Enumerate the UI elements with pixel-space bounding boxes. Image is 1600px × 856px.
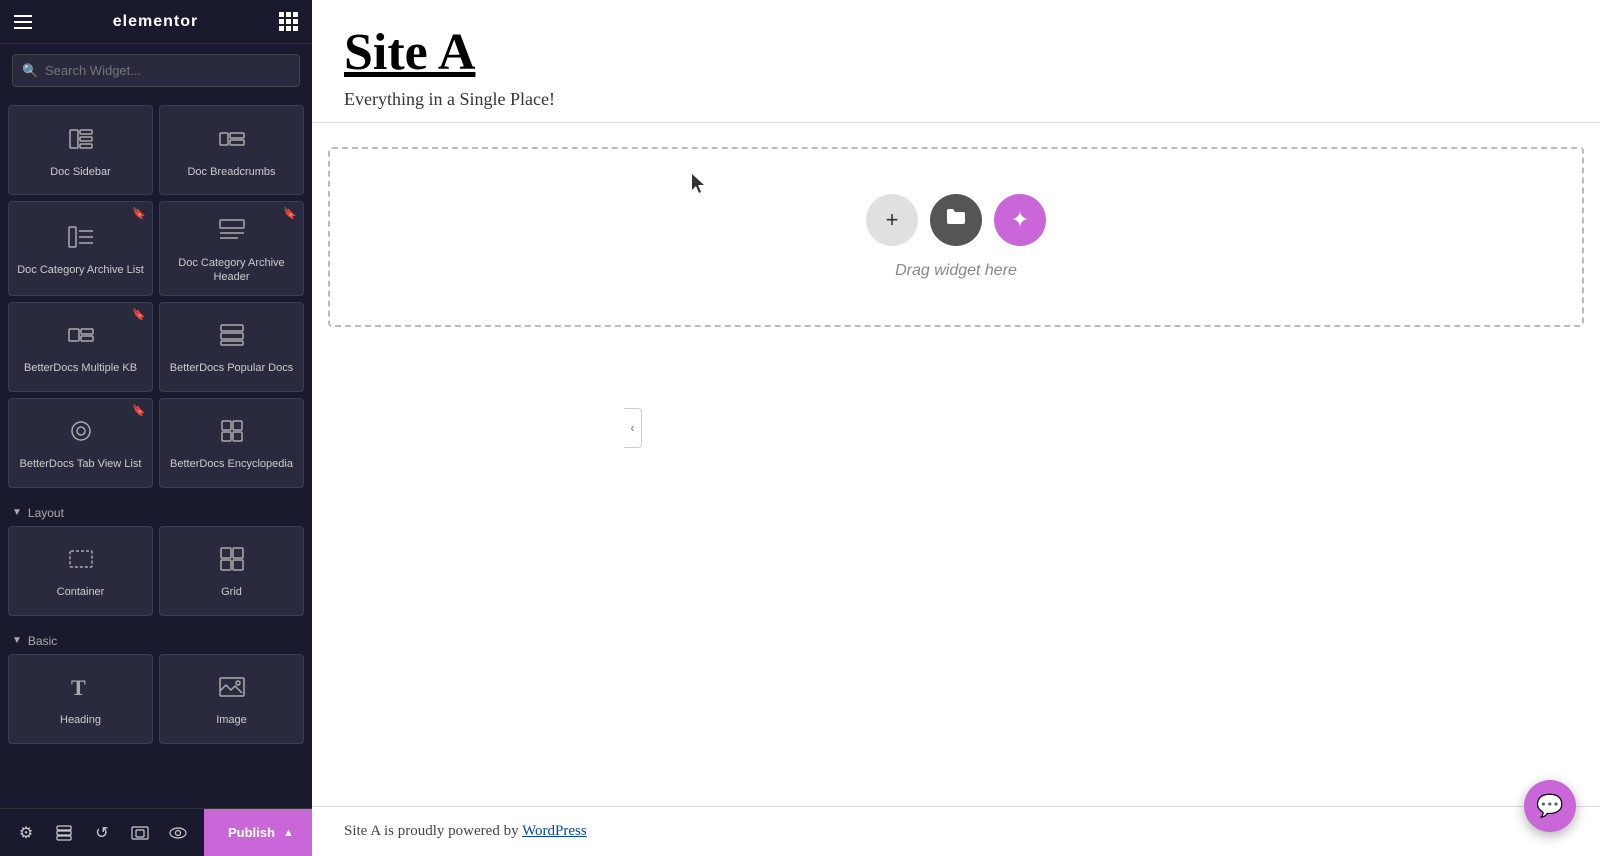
widget-label-doc-sidebar: Doc Sidebar: [50, 165, 111, 179]
widget-icon-doc-breadcrumbs: [218, 125, 246, 159]
widget-label-grid: Grid: [221, 585, 242, 599]
bookmark-icon: 🔖: [132, 207, 146, 220]
responsive-button[interactable]: [122, 815, 158, 851]
drop-zone[interactable]: + ✦ Drag widget here: [328, 147, 1584, 327]
bookmark-icon-3: 🔖: [132, 308, 146, 321]
ai-icon: ✦: [1011, 207, 1029, 233]
widget-card-heading[interactable]: T Heading: [8, 654, 153, 744]
svg-text:T: T: [71, 675, 86, 700]
widget-card-doc-category-archive-header[interactable]: 🔖 Doc Category Archive Header: [159, 201, 304, 296]
widget-label-betterdocs-tab-view-list: BetterDocs Tab View List: [20, 457, 142, 471]
widget-icon-container: [67, 545, 95, 579]
widget-label-betterdocs-popular-docs: BetterDocs Popular Docs: [170, 361, 294, 375]
widget-icon-doc-sidebar: [67, 125, 95, 159]
widget-grid-basic: T Heading Image: [8, 654, 304, 744]
widget-label-betterdocs-multiple-kb: BetterDocs Multiple KB: [24, 361, 137, 375]
widget-card-betterdocs-popular-docs[interactable]: BetterDocs Popular Docs: [159, 302, 304, 392]
widget-card-container[interactable]: Container: [8, 526, 153, 616]
ai-button[interactable]: ✦: [994, 194, 1046, 246]
add-icon: +: [886, 207, 899, 233]
widget-icon-betterdocs-tab-view-list: [67, 417, 95, 451]
history-button[interactable]: ↺: [84, 815, 120, 851]
grid-menu-icon[interactable]: [279, 12, 298, 31]
widget-card-doc-category-archive-list[interactable]: 🔖 Doc Category Archive List: [8, 201, 153, 296]
site-tagline: Everything in a Single Place!: [344, 89, 1568, 110]
widget-icon-betterdocs-popular-docs: [218, 321, 246, 355]
main-content: ‹ Site A Everything in a Single Place! +: [312, 0, 1600, 856]
chat-icon: 💬: [1536, 793, 1563, 819]
publish-chevron-icon: ▲: [283, 827, 294, 839]
widget-label-doc-breadcrumbs: Doc Breadcrumbs: [187, 165, 275, 179]
basic-section-label: Basic: [28, 634, 57, 648]
search-input[interactable]: [12, 54, 300, 87]
chat-fab-button[interactable]: 💬: [1524, 780, 1576, 832]
template-button[interactable]: [930, 194, 982, 246]
widget-grid-layout: Container Grid: [8, 526, 304, 616]
site-header: Site A Everything in a Single Place!: [312, 0, 1600, 123]
publish-label: Publish: [228, 825, 275, 840]
drop-zone-section: + ✦ Drag widget here: [312, 123, 1600, 806]
drop-zone-actions: + ✦: [866, 194, 1046, 246]
publish-button[interactable]: Publish ▲: [204, 809, 318, 856]
bookmark-icon-2: 🔖: [283, 207, 297, 220]
preview-area: Site A Everything in a Single Place! + ✦: [312, 0, 1600, 856]
widget-label-image: Image: [216, 713, 247, 727]
widget-label-betterdocs-encyclopedia: BetterDocs Encyclopedia: [170, 457, 293, 471]
panel-topbar: elementor: [0, 0, 312, 44]
widget-card-grid[interactable]: Grid: [159, 526, 304, 616]
widget-icon-image: [218, 673, 246, 707]
left-panel: elementor 🔍 Doc Sidebar: [0, 0, 312, 856]
site-footer: Site A is proudly powered by WordPress: [312, 806, 1600, 856]
collapse-handle[interactable]: ‹: [624, 408, 642, 448]
layers-button[interactable]: [46, 815, 82, 851]
widget-icon-grid: [218, 545, 246, 579]
widgets-area: Doc Sidebar Doc Breadcrumbs 🔖 Doc Catego…: [0, 97, 312, 808]
layout-section-header[interactable]: ▼ Layout: [8, 496, 304, 526]
drop-zone-label: Drag widget here: [895, 262, 1017, 280]
widget-card-betterdocs-tab-view-list[interactable]: 🔖 BetterDocs Tab View List: [8, 398, 153, 488]
widget-label-heading: Heading: [60, 713, 101, 727]
elementor-logo: elementor: [113, 13, 198, 31]
widget-icon-betterdocs-encyclopedia: [218, 417, 246, 451]
basic-chevron-icon: ▼: [12, 635, 22, 646]
widget-label-container: Container: [57, 585, 105, 599]
widget-icon-doc-category-archive-header: [218, 216, 246, 250]
search-bar: 🔍: [0, 44, 312, 97]
basic-section-header[interactable]: ▼ Basic: [8, 624, 304, 654]
widget-icon-doc-category-archive-list: [67, 223, 95, 257]
layout-chevron-icon: ▼: [12, 507, 22, 518]
search-icon: 🔍: [22, 63, 38, 79]
tool-icons-group: ⚙ ↺: [0, 815, 204, 851]
widget-label-doc-category-archive-header: Doc Category Archive Header: [168, 256, 295, 285]
widget-card-doc-breadcrumbs[interactable]: Doc Breadcrumbs: [159, 105, 304, 195]
layout-section-label: Layout: [28, 506, 64, 520]
footer-text: Site A is proudly powered by: [344, 823, 522, 839]
site-title: Site A: [344, 24, 1568, 81]
settings-button[interactable]: ⚙: [8, 815, 44, 851]
folder-icon: [945, 206, 967, 234]
widget-icon-heading: T: [67, 673, 95, 707]
bookmark-icon-4: 🔖: [132, 404, 146, 417]
widget-card-betterdocs-encyclopedia[interactable]: BetterDocs Encyclopedia: [159, 398, 304, 488]
widget-label-doc-category-archive-list: Doc Category Archive List: [17, 263, 144, 277]
widget-card-image[interactable]: Image: [159, 654, 304, 744]
widget-icon-betterdocs-multiple-kb: [67, 321, 95, 355]
hamburger-menu[interactable]: [14, 15, 32, 29]
footer-wordpress-link[interactable]: WordPress: [522, 823, 587, 839]
add-section-button[interactable]: +: [866, 194, 918, 246]
widget-grid-main: Doc Sidebar Doc Breadcrumbs 🔖 Doc Catego…: [8, 105, 304, 488]
widget-card-doc-sidebar[interactable]: Doc Sidebar: [8, 105, 153, 195]
view-button[interactable]: [160, 815, 196, 851]
bottom-toolbar: ⚙ ↺ Publish ▲: [0, 808, 312, 856]
widget-card-betterdocs-multiple-kb[interactable]: 🔖 BetterDocs Multiple KB: [8, 302, 153, 392]
